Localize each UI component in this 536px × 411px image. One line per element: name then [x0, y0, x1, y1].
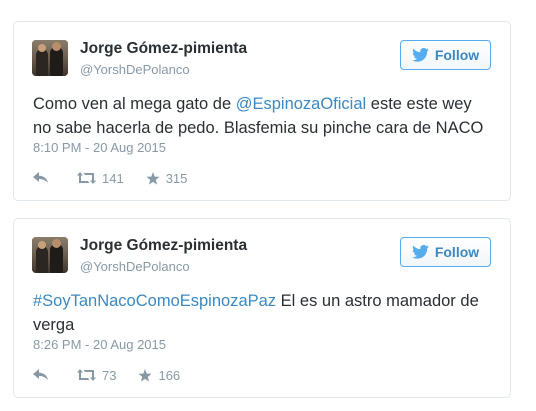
author-handle[interactable]: @YorshDePolanco [80, 62, 190, 77]
retweet-count: 73 [102, 367, 117, 383]
favorite-button[interactable]: 315 [146, 170, 188, 186]
tweet-card: Jorge Gómez-pimienta @YorshDePolanco Fol… [13, 21, 511, 201]
tweet-text-part: Como ven al mega gato de [33, 95, 236, 113]
follow-button[interactable]: Follow [400, 237, 491, 267]
favorite-count: 315 [165, 170, 188, 186]
follow-label: Follow [434, 47, 480, 63]
mention-link[interactable]: @EspinozaOficial [236, 95, 366, 113]
author-name[interactable]: Jorge Gómez-pimienta [80, 40, 247, 58]
retweet-button[interactable]: 141 [77, 171, 124, 186]
tweet-text: Como ven al mega gato de @EspinozaOficia… [33, 92, 493, 140]
twitter-bird-icon [411, 245, 429, 259]
retweet-icon [77, 369, 96, 381]
tweet-card: Jorge Gómez-pimienta @YorshDePolanco Fol… [13, 218, 511, 398]
twitter-bird-icon [411, 48, 429, 62]
reply-button[interactable] [33, 172, 55, 184]
follow-label: Follow [434, 244, 480, 260]
favorite-count: 166 [158, 367, 181, 383]
retweet-button[interactable]: 73 [77, 368, 116, 383]
favorite-button[interactable]: 166 [138, 368, 180, 383]
tweet-timestamp[interactable]: 8:10 PM - 20 Aug 2015 [33, 140, 166, 155]
reply-button[interactable] [33, 369, 55, 381]
author-handle[interactable]: @YorshDePolanco [80, 259, 190, 274]
star-icon [146, 171, 160, 185]
tweet-timestamp[interactable]: 8:26 PM - 20 Aug 2015 [33, 337, 166, 352]
follow-button[interactable]: Follow [400, 40, 491, 70]
retweet-count: 141 [102, 170, 124, 186]
tweet-actions: 141 315 [33, 168, 187, 188]
retweet-icon [77, 172, 96, 184]
tweet-actions: 73 166 [33, 365, 180, 385]
hashtag-link[interactable]: #SoyTanNacoComoEspinozaPaz [33, 292, 276, 310]
author-name[interactable]: Jorge Gómez-pimienta [80, 237, 247, 255]
reply-icon [33, 172, 48, 184]
tweet-text: #SoyTanNacoComoEspinozaPaz El es un astr… [33, 289, 493, 337]
reply-icon [33, 369, 48, 381]
avatar[interactable] [32, 40, 68, 76]
star-icon [138, 368, 153, 382]
avatar[interactable] [32, 237, 68, 273]
